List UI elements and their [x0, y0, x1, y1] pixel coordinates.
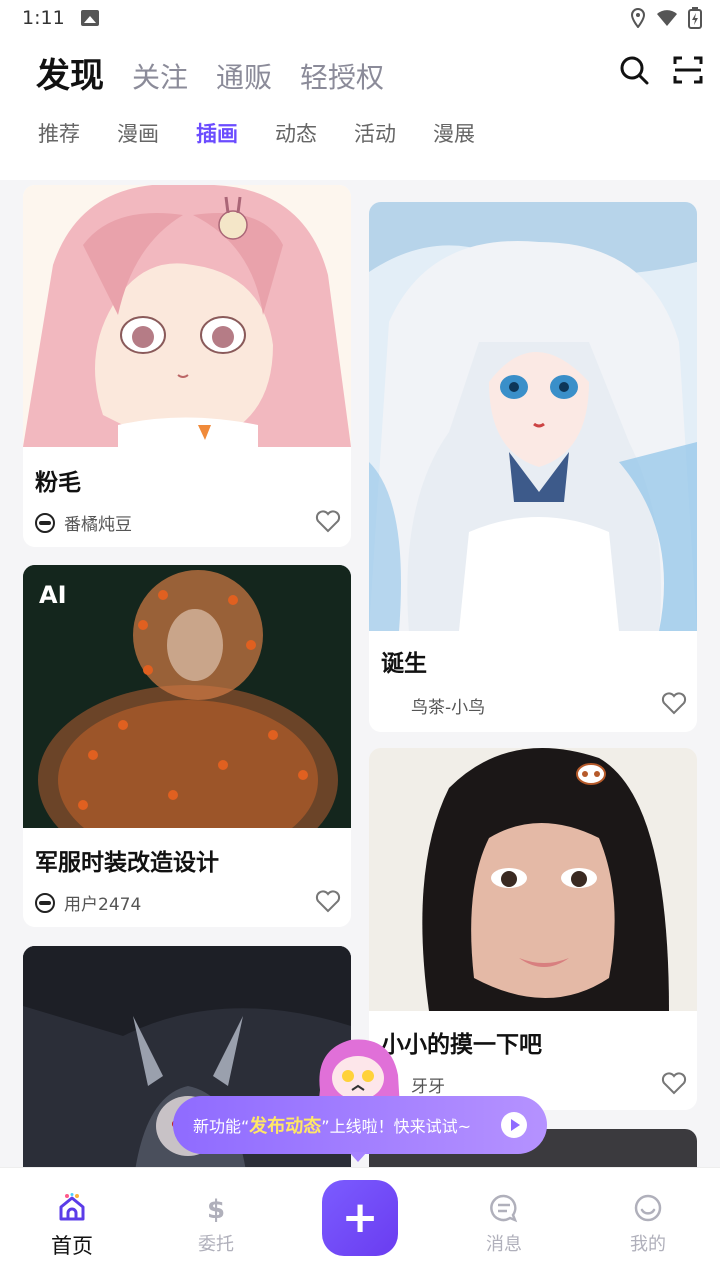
promo-highlight: 发布动态: [249, 1116, 322, 1137]
promo-tail: [349, 1152, 367, 1162]
pink-hair-girl-illustration: [23, 185, 351, 447]
wifi-icon: [657, 10, 677, 26]
card-title: 军服时装改造设计: [35, 850, 219, 876]
nav-messages[interactable]: 消息: [464, 1192, 544, 1256]
nav-home-label: 首页: [51, 1234, 93, 1258]
scan-button[interactable]: [668, 50, 708, 90]
scan-icon: [673, 56, 703, 84]
heart-icon[interactable]: [661, 690, 687, 716]
nav-home[interactable]: 首页: [32, 1192, 112, 1260]
plus-icon: +: [341, 1192, 379, 1243]
sub-tabs: 推荐 漫画 插画 动态 活动 漫展: [38, 118, 475, 148]
status-icons: [630, 6, 702, 30]
heart-icon[interactable]: [315, 508, 341, 534]
promo-suffix: ”上线啦！快来试试~: [321, 1117, 471, 1136]
subtab-comics[interactable]: 漫画: [117, 118, 159, 148]
card-title: 粉毛: [35, 470, 81, 496]
nav-messages-label: 消息: [486, 1234, 522, 1255]
tab-license[interactable]: 轻授权: [300, 56, 384, 96]
author-name: 牙牙: [411, 1077, 445, 1097]
svg-text:$: $: [207, 1195, 225, 1223]
promo-prefix: 新功能“: [193, 1117, 250, 1136]
illustration-feed[interactable]: 粉毛 番橘炖豆 AI 军服时装改造设计 用户2474 诞生 鸟茶-小鸟 小小的摸…: [0, 180, 720, 1167]
dark-hair-girl-illustration: [369, 748, 697, 1011]
dollar-icon: $: [200, 1192, 232, 1224]
artwork-card[interactable]: 诞生 鸟茶-小鸟: [369, 202, 697, 732]
location-icon: [630, 8, 646, 28]
image-notification-icon: [81, 10, 99, 26]
nav-profile[interactable]: 我的: [608, 1192, 688, 1256]
search-button[interactable]: [614, 50, 654, 90]
author-avatar: [35, 892, 55, 913]
home-icon: [56, 1192, 88, 1224]
message-icon: [488, 1192, 520, 1224]
artwork-card[interactable]: 粉毛 番橘炖豆: [23, 185, 351, 547]
smile-icon: [632, 1192, 664, 1224]
heart-icon[interactable]: [315, 888, 341, 914]
card-author[interactable]: 鸟茶-小鸟: [411, 693, 485, 718]
heart-icon[interactable]: [661, 1070, 687, 1096]
artwork-image[interactable]: [369, 748, 697, 1011]
tab-discover[interactable]: 发现: [36, 48, 104, 97]
promo-banner[interactable]: 新功能“ 发布动态 ”上线啦！快来试试~: [173, 1096, 547, 1154]
subtab-expo[interactable]: 漫展: [433, 118, 475, 148]
artwork-image[interactable]: AI: [23, 565, 351, 828]
ai-badge: AI: [39, 581, 67, 609]
publish-button[interactable]: +: [322, 1180, 398, 1256]
nav-commission[interactable]: $ 委托: [176, 1192, 256, 1256]
author-name: 鸟茶-小鸟: [411, 698, 486, 718]
artwork-image[interactable]: [23, 185, 351, 447]
subtab-recommend[interactable]: 推荐: [38, 118, 80, 148]
nav-commission-label: 委托: [198, 1234, 234, 1255]
subtab-events[interactable]: 活动: [354, 118, 396, 148]
battery-icon: [688, 7, 702, 29]
subtab-moments[interactable]: 动态: [275, 118, 317, 148]
play-icon[interactable]: [501, 1112, 527, 1138]
status-bar: 1:11: [0, 0, 720, 38]
artwork-card[interactable]: AI 军服时装改造设计 用户2474: [23, 565, 351, 927]
search-icon: [620, 56, 649, 85]
tab-follow[interactable]: 关注: [132, 56, 188, 96]
top-tabs: 发现 关注 通贩 轻授权: [36, 48, 384, 97]
card-author[interactable]: 牙牙: [411, 1072, 445, 1097]
artwork-image[interactable]: [369, 202, 697, 631]
header: 发现 关注 通贩 轻授权 推荐 漫画 插画 动态 活动 漫展: [0, 38, 720, 180]
status-time: 1:11: [22, 7, 65, 29]
nav-profile-label: 我的: [630, 1234, 666, 1255]
bottom-nav: 首页 $ 委托 + 消息 我的: [0, 1167, 720, 1280]
tab-shop[interactable]: 通贩: [216, 56, 272, 96]
subtab-illustration[interactable]: 插画: [196, 118, 238, 148]
artwork-card[interactable]: 小小的摸一下吧 牙牙: [369, 748, 697, 1110]
card-title: 诞生: [381, 651, 427, 677]
author-name: 用户2474: [64, 895, 142, 915]
bubble-costume-photo: [23, 565, 351, 828]
author-name: 番橘炖豆: [64, 515, 132, 535]
card-author[interactable]: 番橘炖豆: [35, 510, 132, 535]
author-avatar: [35, 512, 55, 533]
card-author[interactable]: 用户2474: [35, 890, 141, 915]
white-hair-girl-illustration: [369, 202, 697, 631]
